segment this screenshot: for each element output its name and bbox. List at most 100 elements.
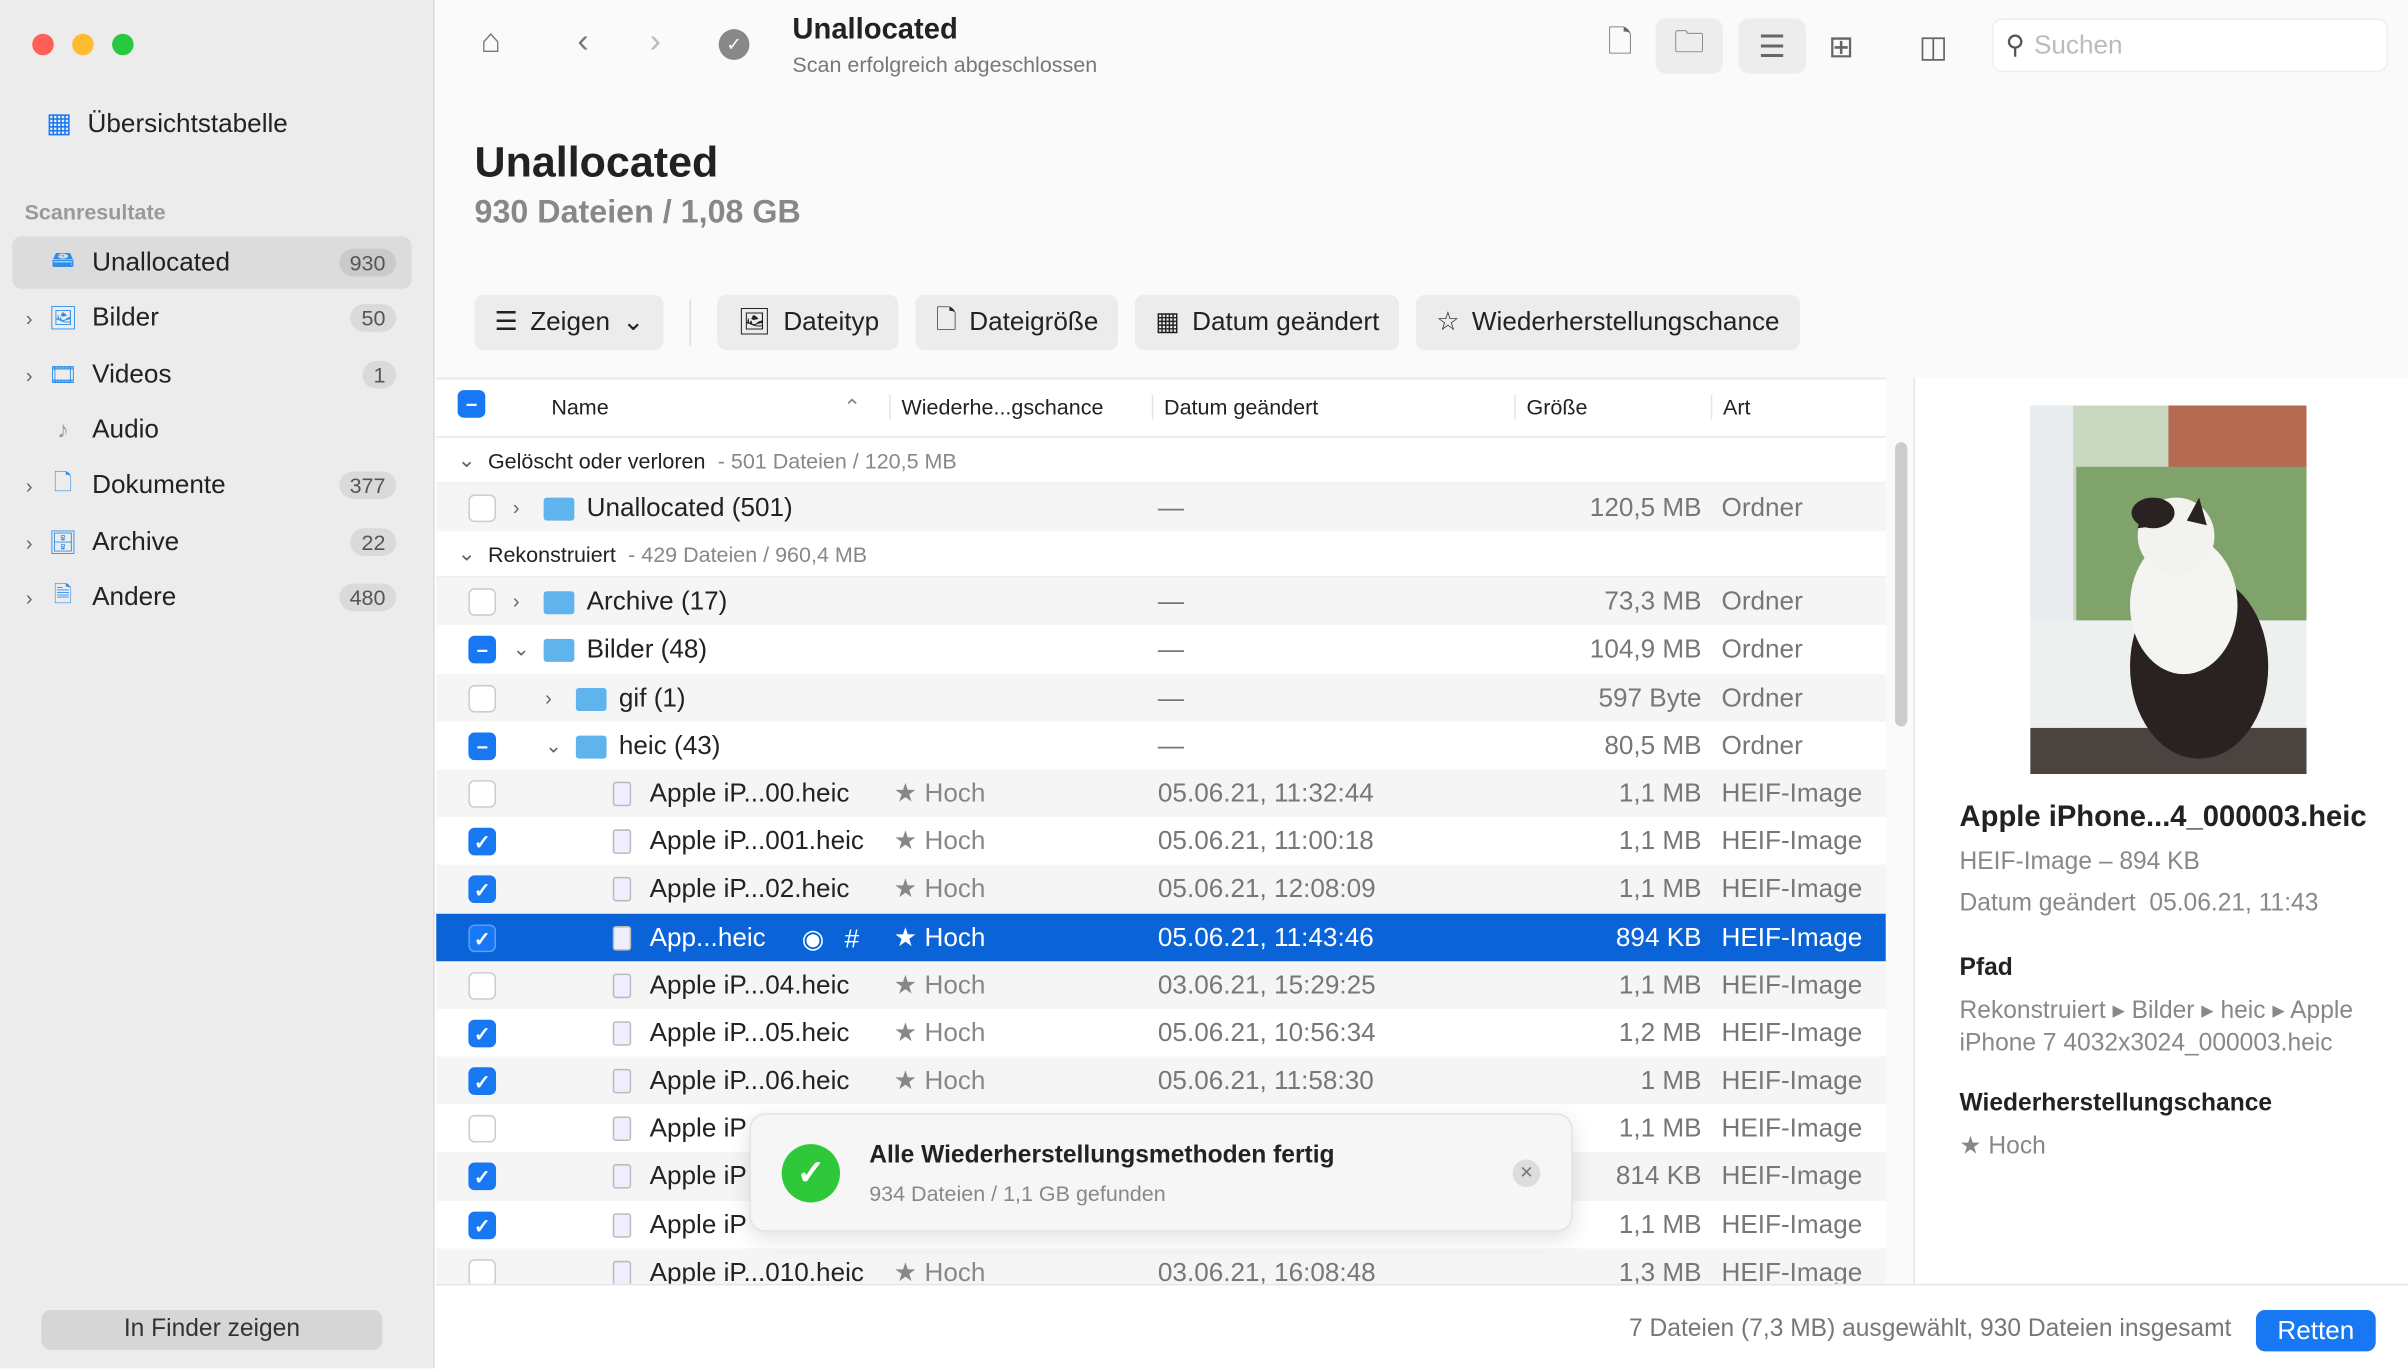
row-checkbox[interactable]: ✓ [468, 1211, 497, 1239]
table-row[interactable]: Apple iP...00.heic ★ Hoch 05.06.21, 11:32:… [436, 769, 1886, 818]
toggle-preview-button[interactable]: ◫ [1900, 18, 1968, 73]
row-checkbox[interactable] [468, 1258, 497, 1284]
row-size: 597 Byte [1598, 682, 1702, 712]
forward-icon[interactable]: › [650, 21, 661, 61]
minimize-window-button[interactable] [72, 33, 94, 56]
image-file-icon [612, 1021, 632, 1046]
row-checkbox[interactable] [468, 780, 497, 808]
sidebar-item-label: Unallocated [92, 247, 231, 277]
chevron-right-icon[interactable]: › [12, 363, 46, 386]
chevron-right-icon[interactable]: › [513, 496, 520, 519]
sort-ascending-icon[interactable]: ⌃ [843, 395, 861, 421]
preview-eye-icon[interactable]: ◉ [802, 924, 825, 955]
chevron-down-icon[interactable]: ⌄ [513, 638, 530, 663]
sidebar-item-unallocated[interactable]: 🖴 Unallocated 930 [12, 236, 412, 289]
table-row[interactable]: ✓ App...heic ◉ # ★ Hoch 05.06.21, 11:43:46 894… [436, 912, 1886, 961]
row-name: Apple iP...04.heic [649, 970, 850, 1000]
detail-chance: Hoch [1988, 1133, 2046, 1160]
sidebar-item-bilder[interactable]: › 🖼 Bilder 50 [12, 292, 411, 344]
close-window-button[interactable] [32, 33, 54, 56]
sliders-icon: ☰ [494, 307, 518, 337]
row-checkbox[interactable]: ✓ [468, 827, 497, 856]
hex-view-icon[interactable]: # [845, 924, 860, 955]
folder-icon [543, 591, 575, 615]
column-name[interactable]: Name [551, 395, 608, 420]
select-all-checkbox[interactable]: − [457, 390, 486, 418]
sidebar-overview[interactable]: ▦ Übersichtstabelle [46, 107, 288, 139]
row-checkbox[interactable] [468, 684, 497, 712]
table-row[interactable]: › Archive (17) — 73,3 MB Ordner [436, 577, 1886, 626]
image-file-icon [612, 973, 632, 998]
group-header[interactable]: ⌄ Gelöscht oder verloren - 501 Dateien / 1… [436, 437, 1886, 484]
zoom-window-button[interactable] [112, 33, 134, 56]
chance-filter-button[interactable]: ☆ Wiederherstellungschance [1416, 294, 1800, 351]
filesize-filter-button[interactable]: 🗋 Dateigröße [915, 294, 1119, 351]
row-checkbox[interactable]: ✓ [468, 1019, 497, 1048]
sidebar-item-videos[interactable]: › 🎞 Videos 1 [12, 349, 411, 401]
row-checkbox[interactable]: ✓ [468, 923, 497, 952]
chevron-right-icon[interactable]: › [12, 586, 46, 609]
image-file-icon [612, 1116, 632, 1142]
folder-view-button[interactable]: 🗀 [1655, 18, 1724, 74]
file-view-button[interactable]: 🗋 [1586, 18, 1654, 73]
scrollbar[interactable] [1895, 442, 1908, 727]
document-icon: 🗋 [1607, 26, 1633, 60]
filetype-filter-button[interactable]: 🖼 Dateityp [717, 294, 900, 351]
sidebar-item-label: Archive [92, 526, 180, 556]
row-size: 80,5 MB [1604, 730, 1702, 760]
home-icon[interactable]: ⌂ [481, 21, 501, 61]
column-size[interactable]: Größe [1514, 394, 1587, 420]
show-filter-button[interactable]: ☰ Zeigen ⌄ [474, 294, 665, 351]
detail-date-label: Datum geändert [1959, 890, 2136, 917]
column-kind[interactable]: Art [1710, 394, 1751, 420]
sidebar-item-andere[interactable]: › 🗎 Andere 480 [12, 571, 411, 623]
chevron-down-icon[interactable]: ⌄ [458, 541, 476, 567]
back-icon[interactable]: ‹ [577, 21, 588, 61]
search-input[interactable]: ⚲ Suchen [1991, 18, 2389, 73]
row-checkbox[interactable]: − [468, 732, 497, 760]
close-toast-button[interactable]: ✕ [1512, 1159, 1541, 1188]
group-header[interactable]: ⌄ Rekonstruiert - 429 Dateien / 960,4 MB [436, 531, 1886, 578]
image-file-icon [612, 1164, 632, 1190]
table-row[interactable]: Apple iP...04.heic ★ Hoch 03.06.21, 15:29:… [436, 960, 1886, 1009]
row-kind: HEIF-Image [1721, 970, 1863, 1000]
section-heading: Scanresultate [24, 199, 166, 225]
row-checkbox[interactable] [468, 494, 497, 523]
row-checkbox[interactable] [468, 1115, 497, 1143]
list-view-button[interactable]: ☰ [1738, 18, 1806, 74]
row-checkbox[interactable] [468, 588, 497, 617]
show-in-finder-button[interactable]: In Finder zeigen [41, 1309, 383, 1350]
table-row[interactable]: ✓ Apple iP...06.heic ★ Hoch 05.06.21, 11:58… [436, 1056, 1886, 1105]
count-badge: 22 [350, 528, 397, 556]
sidebar-item-audio[interactable]: ♪ Audio [12, 404, 411, 456]
table-row[interactable]: − ⌄ Bilder (48) — 104,9 MB Ordner [436, 626, 1886, 674]
table-row[interactable]: Apple iP...010.heic ★ Hoch 03.06.21, 16:08… [436, 1248, 1886, 1284]
row-checkbox[interactable] [468, 971, 497, 1000]
date-filter-button[interactable]: ▦ Datum geändert [1135, 294, 1400, 351]
table-row[interactable]: › Unallocated (501) — 120,5 MB Ordner [436, 483, 1886, 532]
chevron-right-icon[interactable]: › [12, 531, 46, 554]
chevron-right-icon[interactable]: › [513, 590, 520, 613]
row-name: App...heic [649, 922, 766, 952]
table-row[interactable]: ✓ Apple iP...001.heic ★ Hoch 05.06.21, 11:0… [436, 817, 1886, 865]
grid-view-button[interactable]: ⊞ [1808, 18, 1876, 73]
sidebar-item-dokumente[interactable]: › 🗋 Dokumente 377 [12, 459, 411, 511]
chevron-down-icon[interactable]: ⌄ [458, 447, 476, 473]
row-checkbox[interactable]: − [468, 636, 497, 664]
column-chance[interactable]: Wiederhe...gschance [889, 394, 1103, 420]
recover-button[interactable]: Retten [2255, 1309, 2376, 1352]
table-row[interactable]: − ⌄ heic (43) — 80,5 MB Ordner [436, 721, 1886, 769]
chevron-down-icon[interactable]: ⌄ [545, 734, 562, 759]
column-date[interactable]: Datum geändert [1151, 394, 1318, 420]
table-row[interactable]: › gif (1) — 597 Byte Ordner [436, 673, 1886, 722]
table-row[interactable]: ✓ Apple iP...05.heic ★ Hoch 05.06.21, 10:56… [436, 1009, 1886, 1057]
row-size: 1,1 MB [1618, 778, 1702, 808]
row-checkbox[interactable]: ✓ [468, 875, 497, 904]
chevron-right-icon[interactable]: › [12, 306, 46, 329]
chevron-right-icon[interactable]: › [12, 474, 46, 497]
table-row[interactable]: ✓ Apple iP...02.heic ★ Hoch 05.06.21, 12:08… [436, 865, 1886, 913]
row-checkbox[interactable]: ✓ [468, 1163, 497, 1191]
sidebar-item-archive[interactable]: › 🗄 Archive 22 [12, 516, 411, 568]
chevron-right-icon[interactable]: › [545, 686, 552, 709]
row-checkbox[interactable]: ✓ [468, 1067, 497, 1096]
